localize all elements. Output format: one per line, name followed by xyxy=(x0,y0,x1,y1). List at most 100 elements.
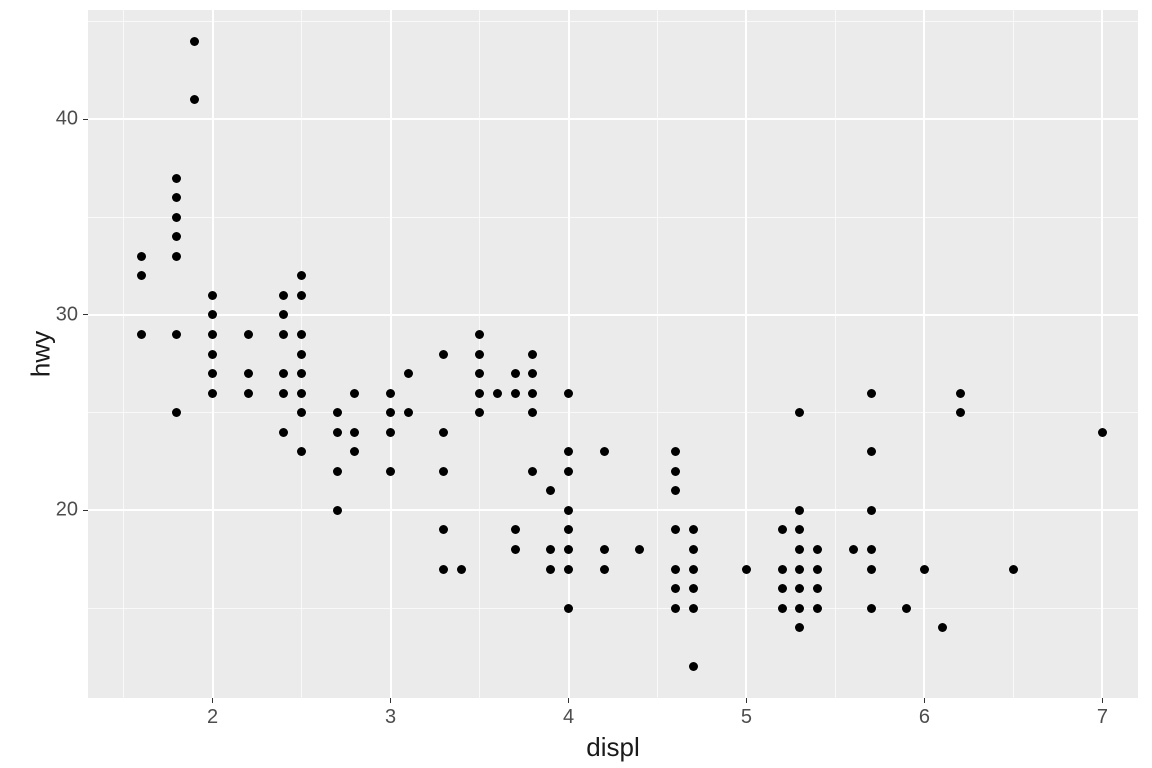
data-point xyxy=(137,330,146,339)
data-point xyxy=(333,408,342,417)
gridline-major-v xyxy=(1101,10,1103,698)
data-point xyxy=(813,584,822,593)
data-point xyxy=(297,389,306,398)
data-point xyxy=(386,389,395,398)
data-point xyxy=(689,565,698,574)
x-tick-label: 6 xyxy=(919,706,930,729)
y-tick-label: 40 xyxy=(56,108,78,131)
data-point xyxy=(902,604,911,613)
data-point xyxy=(546,545,555,554)
x-tick-mark xyxy=(924,698,925,703)
data-point xyxy=(511,389,520,398)
data-point xyxy=(689,604,698,613)
data-point xyxy=(172,174,181,183)
data-point xyxy=(1098,428,1107,437)
data-point xyxy=(778,525,787,534)
data-point xyxy=(297,408,306,417)
x-tick-mark xyxy=(390,698,391,703)
data-point xyxy=(813,604,822,613)
data-point xyxy=(475,408,484,417)
data-point xyxy=(279,330,288,339)
data-point xyxy=(475,330,484,339)
data-point xyxy=(457,565,466,574)
data-point xyxy=(600,545,609,554)
x-tick-label: 3 xyxy=(385,706,396,729)
data-point xyxy=(528,467,537,476)
x-tick-label: 4 xyxy=(563,706,574,729)
data-point xyxy=(689,525,698,534)
gridline-major-v xyxy=(568,10,570,698)
data-point xyxy=(564,506,573,515)
data-point xyxy=(208,291,217,300)
x-tick-label: 2 xyxy=(207,706,218,729)
data-point xyxy=(600,565,609,574)
gridline-minor-v xyxy=(123,10,124,698)
data-point xyxy=(813,545,822,554)
gridline-major-v xyxy=(390,10,392,698)
data-point xyxy=(528,389,537,398)
data-point xyxy=(439,428,448,437)
data-point xyxy=(938,623,947,632)
data-point xyxy=(350,389,359,398)
plot-panel xyxy=(88,10,1138,698)
data-point xyxy=(279,310,288,319)
data-point xyxy=(867,389,876,398)
data-point xyxy=(795,604,804,613)
data-point xyxy=(279,369,288,378)
data-point xyxy=(671,486,680,495)
data-point xyxy=(635,545,644,554)
scatter-chart: 234567203040 displ hwy xyxy=(0,0,1152,768)
data-point xyxy=(208,330,217,339)
gridline-minor-v xyxy=(1013,10,1014,698)
data-point xyxy=(208,369,217,378)
data-point xyxy=(689,584,698,593)
data-point xyxy=(564,467,573,476)
data-point xyxy=(920,565,929,574)
data-point xyxy=(279,428,288,437)
y-tick-label: 30 xyxy=(56,303,78,326)
gridline-major-v xyxy=(923,10,925,698)
data-point xyxy=(600,447,609,456)
data-point xyxy=(778,584,787,593)
data-point xyxy=(671,565,680,574)
data-point xyxy=(297,271,306,280)
data-point xyxy=(333,467,342,476)
gridline-minor-v xyxy=(835,10,836,698)
data-point xyxy=(297,291,306,300)
data-point xyxy=(564,447,573,456)
data-point xyxy=(813,565,822,574)
data-point xyxy=(297,330,306,339)
data-point xyxy=(1009,565,1018,574)
data-point xyxy=(546,565,555,574)
data-point xyxy=(493,389,502,398)
data-point xyxy=(564,545,573,554)
data-point xyxy=(475,389,484,398)
x-tick-mark xyxy=(568,698,569,703)
data-point xyxy=(689,662,698,671)
data-point xyxy=(386,408,395,417)
data-point xyxy=(439,565,448,574)
data-point xyxy=(333,428,342,437)
gridline-minor-h xyxy=(88,608,1138,609)
data-point xyxy=(350,428,359,437)
data-point xyxy=(564,525,573,534)
data-point xyxy=(956,389,965,398)
data-point xyxy=(867,565,876,574)
data-point xyxy=(511,525,520,534)
data-point xyxy=(867,506,876,515)
data-point xyxy=(564,389,573,398)
data-point xyxy=(511,545,520,554)
data-point xyxy=(671,584,680,593)
gridline-minor-v xyxy=(657,10,658,698)
data-point xyxy=(208,350,217,359)
data-point xyxy=(528,350,537,359)
data-point xyxy=(208,389,217,398)
data-point xyxy=(244,369,253,378)
data-point xyxy=(546,486,555,495)
data-point xyxy=(172,330,181,339)
data-point xyxy=(511,369,520,378)
data-point xyxy=(475,369,484,378)
data-point xyxy=(528,408,537,417)
y-tick-mark xyxy=(83,314,88,315)
data-point xyxy=(849,545,858,554)
